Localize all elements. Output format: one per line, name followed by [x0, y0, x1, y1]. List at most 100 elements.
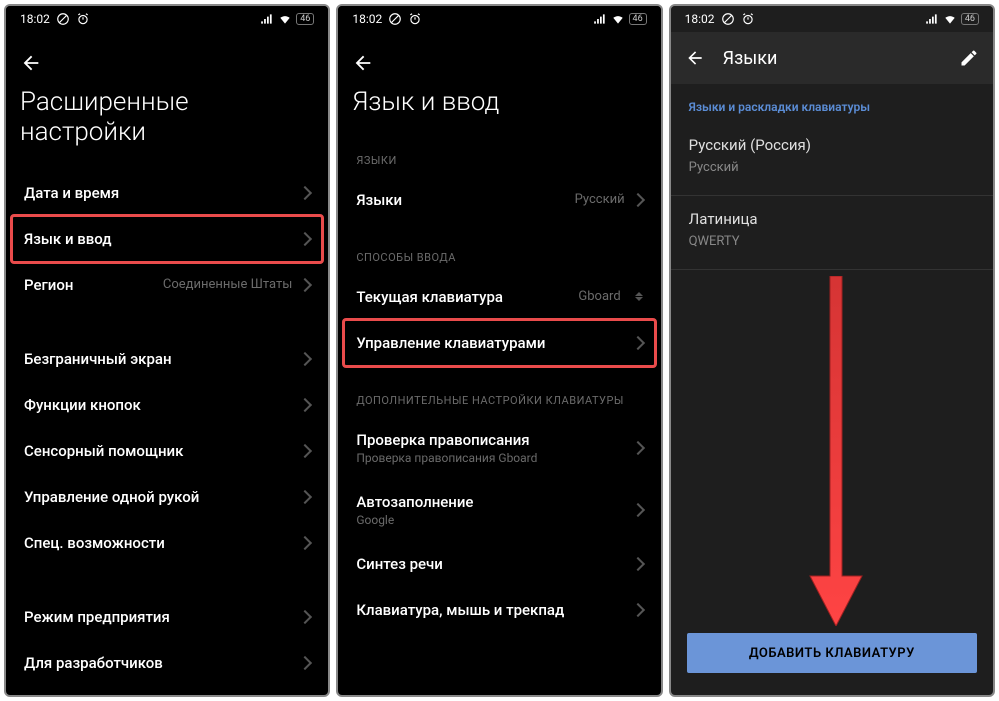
row-developer[interactable]: Для разработчиков — [6, 640, 328, 686]
status-bar: 18:02 46 — [671, 6, 993, 32]
wifi-icon — [278, 12, 292, 26]
dnd-icon — [388, 12, 402, 26]
language-item-latin[interactable]: Латиница QWERTY — [671, 196, 993, 259]
row-label: Проверка правописания — [356, 431, 632, 449]
status-bar: 18:02 46 — [338, 6, 660, 32]
alarm-icon — [741, 12, 755, 26]
row-sublabel: Google — [356, 513, 632, 527]
clock: 18:02 — [352, 12, 382, 26]
lang-label: Русский (Россия) — [689, 136, 975, 154]
row-enterprise[interactable]: Режим предприятия — [6, 594, 328, 640]
lang-sublabel: QWERTY — [689, 234, 975, 249]
edit-icon[interactable] — [959, 48, 979, 68]
dnd-icon — [56, 12, 70, 26]
row-spellcheck[interactable]: Проверка правописания Проверка правописа… — [338, 417, 660, 479]
row-current-keyboard[interactable]: Текущая клавиатура Gboard — [338, 274, 660, 320]
status-bar: 18:02 46 — [6, 6, 328, 32]
battery-icon: 46 — [961, 13, 979, 25]
section-keyboard-layouts: Языки и раскладки клавиатуры — [671, 84, 993, 126]
row-label: Для разработчиков — [24, 654, 300, 672]
row-language-input[interactable]: Язык и ввод — [6, 216, 328, 262]
row-value: Соединенные Штаты — [163, 277, 292, 292]
row-label: Регион — [24, 276, 163, 294]
alarm-icon — [408, 12, 422, 26]
row-datetime[interactable]: Дата и время — [6, 170, 328, 216]
chevron-right-icon — [631, 336, 645, 350]
battery-icon: 46 — [629, 13, 647, 25]
row-tts[interactable]: Синтез речи — [338, 541, 660, 587]
chevron-right-icon — [298, 352, 312, 366]
chevron-right-icon — [298, 490, 312, 504]
section-extra-keyboard: ДОПОЛНИТЕЛЬНЫЕ НАСТРОЙКИ КЛАВИАТУРЫ — [338, 366, 660, 417]
chevron-right-icon — [298, 278, 312, 292]
clock: 18:02 — [685, 12, 715, 26]
chevron-right-icon — [298, 610, 312, 624]
signal-icon — [260, 12, 274, 26]
chevron-right-icon — [298, 186, 312, 200]
battery-icon: 46 — [296, 13, 314, 25]
row-button-functions[interactable]: Функции кнопок — [6, 382, 328, 428]
row-onehand[interactable]: Управление одной рукой — [6, 474, 328, 520]
chevron-right-icon — [631, 193, 645, 207]
row-label: Сенсорный помощник — [24, 442, 300, 460]
row-manage-keyboards[interactable]: Управление клавиатурами — [338, 320, 660, 366]
clock: 18:02 — [20, 12, 50, 26]
page-title: Язык и ввод — [352, 78, 646, 136]
annotation-arrow-icon — [806, 276, 866, 626]
row-edgeless-screen[interactable]: Безграничный экран — [6, 336, 328, 382]
language-item-russian[interactable]: Русский (Россия) Русский — [671, 126, 993, 185]
row-region[interactable]: Регион Соединенные Штаты — [6, 262, 328, 308]
chevron-updown-icon — [635, 292, 643, 301]
back-icon[interactable] — [685, 48, 705, 68]
divider — [671, 269, 993, 270]
header: Языки — [671, 32, 993, 84]
row-label: Текущая клавиатура — [356, 288, 578, 306]
row-label: Управление одной рукой — [24, 488, 300, 506]
row-languages[interactable]: Языки Русский — [338, 177, 660, 223]
row-label: Клавиатура, мышь и трекпад — [356, 601, 632, 619]
row-label: Спец. возможности — [24, 534, 300, 552]
screen-language-input: 18:02 46 Язык и ввод ЯЗЫКИ Языки Русский… — [336, 4, 662, 697]
page-title: Расширенные настройки — [20, 78, 314, 166]
row-keyboard-mouse[interactable]: Клавиатура, мышь и трекпад — [338, 587, 660, 633]
chevron-right-icon — [298, 536, 312, 550]
row-accessibility[interactable]: Спец. возможности — [6, 520, 328, 566]
signal-icon — [593, 12, 607, 26]
row-value: Русский — [575, 192, 625, 207]
screen-languages-list: 18:02 46 Языки Языки и раскладки клавиат… — [669, 4, 995, 697]
chevron-right-icon — [631, 441, 645, 455]
lang-label: Латиница — [689, 210, 975, 228]
row-label: Язык и ввод — [24, 230, 300, 248]
row-label: Режим предприятия — [24, 608, 300, 626]
button-label: ДОБАВИТЬ КЛАВИАТУРУ — [749, 646, 915, 661]
row-label: Синтез речи — [356, 555, 632, 573]
chevron-right-icon — [298, 444, 312, 458]
section-input-methods: СПОСОБЫ ВВОДА — [338, 223, 660, 274]
row-label: Автозаполнение — [356, 493, 632, 511]
row-label: Функции кнопок — [24, 396, 300, 414]
row-autofill[interactable]: Автозаполнение Google — [338, 479, 660, 541]
dnd-icon — [721, 12, 735, 26]
wifi-icon — [943, 12, 957, 26]
row-value: Gboard — [578, 289, 620, 304]
header: Язык и ввод — [338, 32, 660, 140]
header: Расширенные настройки — [6, 32, 328, 170]
back-icon[interactable] — [352, 52, 374, 74]
wifi-icon — [611, 12, 625, 26]
alarm-icon — [76, 12, 90, 26]
row-label: Языки — [356, 191, 574, 209]
row-touch-assistant[interactable]: Сенсорный помощник — [6, 428, 328, 474]
row-label: Безграничный экран — [24, 350, 300, 368]
lang-sublabel: Русский — [689, 160, 975, 175]
chevron-right-icon — [631, 503, 645, 517]
add-keyboard-button[interactable]: ДОБАВИТЬ КЛАВИАТУРУ — [687, 633, 977, 673]
chevron-right-icon — [631, 603, 645, 617]
back-icon[interactable] — [20, 52, 42, 74]
screen-advanced-settings: 18:02 46 Расширенные настройки Дата и вр… — [4, 4, 330, 697]
chevron-right-icon — [298, 656, 312, 670]
section-languages: ЯЗЫКИ — [338, 140, 660, 177]
chevron-right-icon — [298, 232, 312, 246]
row-label: Управление клавиатурами — [356, 334, 632, 352]
chevron-right-icon — [631, 557, 645, 571]
page-title: Языки — [723, 48, 941, 69]
